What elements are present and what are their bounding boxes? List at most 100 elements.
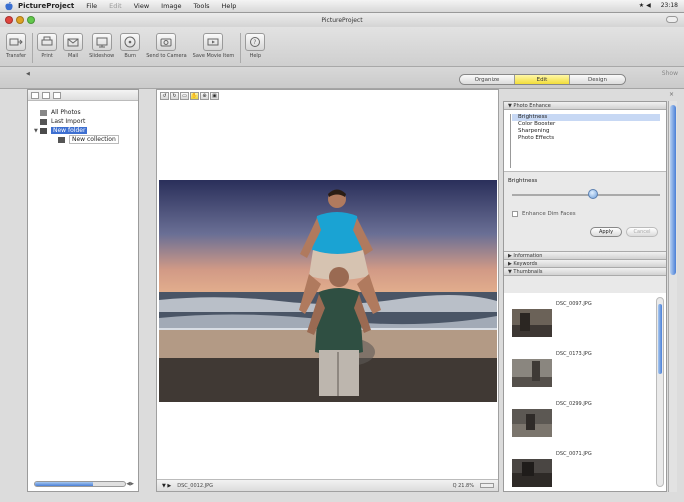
- help-button[interactable]: ? Help: [245, 33, 266, 59]
- tree-item-label: Last Import: [51, 118, 86, 125]
- menu-view[interactable]: View: [134, 2, 149, 10]
- svg-text:?: ?: [254, 39, 257, 46]
- burn-label: Burn: [124, 53, 137, 59]
- clock[interactable]: 23:18: [661, 2, 678, 9]
- print-label: Print: [41, 53, 53, 59]
- import-icon: [40, 118, 47, 125]
- help-icon: ?: [250, 37, 261, 47]
- photos-icon: [40, 109, 47, 116]
- checkbox-label: Enhance Dim Faces: [522, 211, 576, 217]
- thumbnail-scroll-thumb[interactable]: [658, 304, 662, 374]
- enhance-item-sharpening[interactable]: Sharpening: [512, 128, 666, 135]
- thumbnail-scrollbar[interactable]: [656, 297, 664, 487]
- tree-item-label: All Photos: [51, 109, 81, 116]
- fit-icon[interactable]: ▣: [210, 92, 219, 100]
- tree-item-all-photos[interactable]: All Photos: [34, 108, 138, 117]
- title-bar: PictureProject: [0, 13, 684, 27]
- menu-file[interactable]: File: [86, 2, 97, 10]
- send-to-camera-button[interactable]: Send to Camera: [146, 33, 187, 59]
- thumbnail-image: [512, 359, 552, 387]
- mail-label: Mail: [68, 53, 79, 59]
- photo-enhance-header[interactable]: ▼ Photo Enhance: [504, 102, 666, 110]
- apple-menu-icon[interactable]: [4, 1, 14, 11]
- apply-button[interactable]: Apply: [590, 227, 622, 237]
- brightness-slider-track[interactable]: [512, 194, 660, 196]
- new-folder-icon[interactable]: [31, 91, 39, 99]
- slideshow-button[interactable]: Slideshow: [89, 33, 114, 59]
- collection-icon: [58, 136, 65, 143]
- thumbnail-item[interactable]: DSC_0173.JPG: [512, 351, 622, 391]
- thumbnail-filename: DSC_0071.JPG: [556, 451, 592, 457]
- rotate-left-icon[interactable]: ↺: [160, 92, 169, 100]
- send-to-camera-icon: [160, 38, 172, 47]
- cancel-button[interactable]: Cancel: [626, 227, 658, 237]
- tree-item-new-collection[interactable]: New collection: [34, 135, 138, 144]
- burn-button[interactable]: Burn: [120, 33, 141, 59]
- tree-item-last-import[interactable]: Last Import: [34, 117, 138, 126]
- thumbnails-header[interactable]: ▼ Thumbnails: [504, 268, 666, 276]
- thumbnail-image: [512, 409, 552, 437]
- hand-tool-icon[interactable]: ✋: [190, 92, 199, 100]
- information-header[interactable]: ▶ Information: [504, 252, 666, 260]
- save-movie-icon: [207, 38, 219, 46]
- zoom-tool-icon[interactable]: ⊕: [200, 92, 209, 100]
- keywords-header[interactable]: ▶ Keywords: [504, 260, 666, 268]
- brightness-slider-knob[interactable]: [588, 189, 599, 199]
- app-menu[interactable]: PictureProject: [18, 2, 74, 10]
- enhance-dim-faces-checkbox[interactable]: Enhance Dim Faces: [512, 211, 576, 217]
- status-icons[interactable]: ★ ◀: [639, 2, 651, 9]
- menu-help[interactable]: Help: [222, 2, 237, 10]
- slideshow-icon: [96, 37, 108, 48]
- main-photo[interactable]: [159, 180, 497, 402]
- thumbnail-list: DSC_0097.JPG DSC_0173.JPG DSC_0299.JPG D…: [504, 293, 666, 491]
- enhance-item-color-booster[interactable]: Color Booster: [512, 121, 666, 128]
- crop-icon[interactable]: ▭: [180, 92, 189, 100]
- menu-image[interactable]: Image: [161, 2, 181, 10]
- mail-button[interactable]: Mail: [63, 33, 84, 59]
- scroll-arrows-icon[interactable]: ◀▶: [126, 481, 134, 487]
- adjustment-buttons: Apply Cancel: [590, 227, 658, 237]
- thumbnail-item[interactable]: DSC_0097.JPG: [512, 301, 622, 341]
- save-movie-button[interactable]: Save Movie Item: [192, 33, 235, 59]
- folder-icon: [40, 127, 47, 134]
- thumbnail-filename: DSC_0097.JPG: [556, 301, 592, 307]
- delete-item-icon[interactable]: [53, 91, 61, 99]
- thumbnail-item[interactable]: DSC_0071.JPG: [512, 451, 622, 491]
- new-collection-icon[interactable]: [42, 91, 50, 99]
- collapse-panel-icon[interactable]: ◀: [26, 71, 30, 77]
- horizontal-scrollbar[interactable]: [34, 481, 126, 487]
- print-button[interactable]: Print: [37, 33, 58, 59]
- tab-edit[interactable]: Edit: [515, 75, 570, 84]
- navigation-arrows-icon[interactable]: ▼ ▶: [162, 483, 171, 489]
- tree-item-label: New folder: [51, 127, 88, 134]
- thumbnail-image: [512, 459, 552, 487]
- tree-item-new-folder[interactable]: ▼ New folder: [34, 126, 138, 135]
- tab-organize[interactable]: Organize: [460, 75, 515, 84]
- toolbar-toggle-button[interactable]: [666, 16, 678, 23]
- window-title: PictureProject: [321, 16, 363, 24]
- viewer-status-bar: ▼ ▶ DSC_0012.JPG Q 21.8%: [157, 479, 498, 491]
- panel-scrollbar[interactable]: [668, 101, 677, 492]
- enhance-item-brightness[interactable]: Brightness: [512, 114, 660, 121]
- enhance-list: Brightness Color Booster Sharpening Phot…: [504, 110, 666, 172]
- toolbar-separator: [32, 33, 34, 63]
- tab-design[interactable]: Design: [570, 75, 625, 84]
- close-panel-icon[interactable]: ×: [669, 91, 674, 98]
- panel-scroll-thumb[interactable]: [670, 105, 676, 275]
- zoom-level[interactable]: Q 21.8%: [453, 483, 474, 489]
- collections-toolbar: [28, 90, 138, 101]
- menu-edit[interactable]: Edit: [109, 2, 122, 10]
- menu-bar: PictureProject File Edit View Image Tool…: [0, 0, 684, 13]
- app-window: PictureProject File Edit View Image Tool…: [0, 0, 684, 502]
- save-movie-label: Save Movie Item: [192, 53, 235, 59]
- rotate-right-icon[interactable]: ↻: [170, 92, 179, 100]
- collection-tree: All Photos Last Import ▼ New folder New …: [28, 101, 138, 144]
- menu-tools[interactable]: Tools: [194, 2, 210, 10]
- transfer-button[interactable]: Transfer: [6, 33, 26, 59]
- thumbnail-filename: DSC_0299.JPG: [556, 401, 592, 407]
- show-panel-toggle[interactable]: Show: [662, 70, 678, 77]
- enhance-item-photo-effects[interactable]: Photo Effects: [512, 135, 666, 142]
- slideshow-label: Slideshow: [89, 53, 115, 59]
- thumbnail-item[interactable]: DSC_0299.JPG: [512, 401, 622, 441]
- zoom-slider[interactable]: [480, 483, 494, 488]
